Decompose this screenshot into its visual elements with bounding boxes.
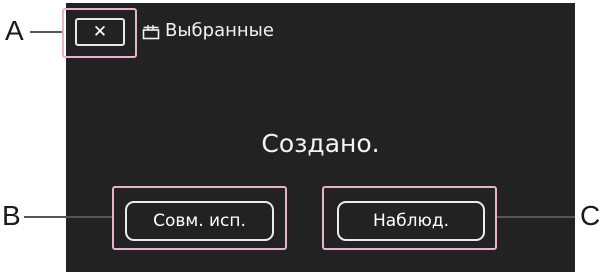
share-button[interactable]: Совм. исп. xyxy=(125,201,274,241)
page-title: Выбранные xyxy=(165,20,274,41)
callout-line-a xyxy=(30,31,62,33)
callout-label-a: A xyxy=(5,15,24,46)
watch-button-label: Наблюд. xyxy=(372,211,450,231)
watch-button[interactable]: Наблюд. xyxy=(337,201,485,241)
share-button-label: Совм. исп. xyxy=(153,211,246,231)
callout-line-b xyxy=(24,216,112,218)
clapperboard-icon xyxy=(142,25,160,40)
close-button[interactable]: ✕ xyxy=(75,18,125,46)
callout-line-c xyxy=(497,216,575,218)
callout-label-c: C xyxy=(580,200,601,231)
close-icon: ✕ xyxy=(92,21,108,42)
status-message: Создано. xyxy=(261,129,380,158)
callout-label-b: B xyxy=(2,200,21,231)
